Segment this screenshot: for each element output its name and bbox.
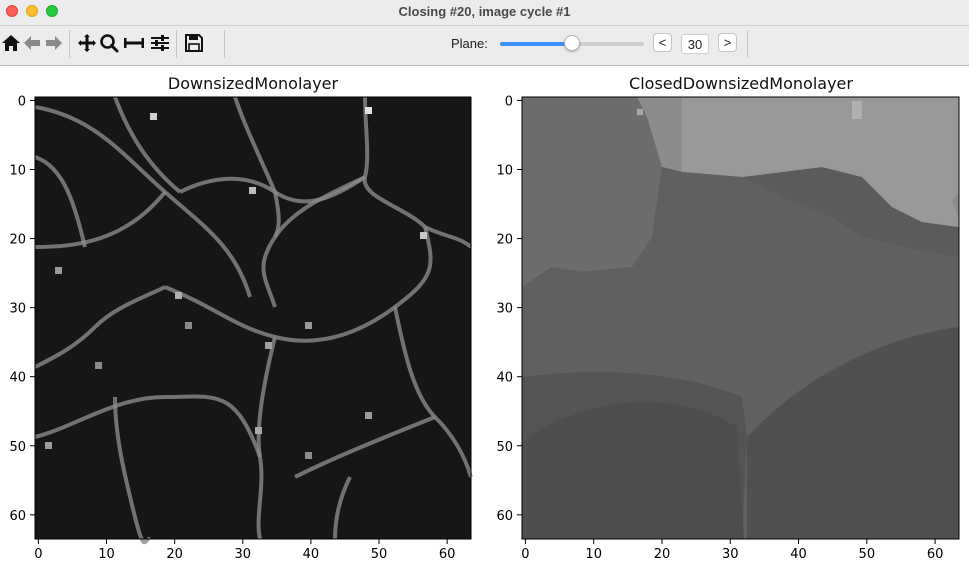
- bright-pixel: [365, 412, 372, 419]
- bright-pixel: [305, 322, 312, 329]
- y-tick-label: 30: [9, 302, 26, 317]
- bright-pixel: [55, 267, 62, 274]
- bright-pixel: [249, 187, 256, 194]
- plane-slider-fill: [500, 42, 572, 46]
- plane-prev-button[interactable]: <: [653, 33, 672, 52]
- closed-downsized-monolayer-image: [522, 97, 959, 539]
- y-tick-label: 60: [496, 509, 513, 524]
- sliders-icon: [151, 35, 169, 51]
- plane-value-field[interactable]: [681, 34, 709, 54]
- x-tick-label: 50: [859, 547, 876, 562]
- panel-title: DownsizedMonolayer: [168, 74, 339, 93]
- x-tick-label: 30: [722, 547, 739, 562]
- forward-button[interactable]: [43, 32, 65, 54]
- x-tick-label: 60: [439, 547, 456, 562]
- closed-region: [522, 401, 744, 539]
- toolbar-separator: [224, 30, 225, 58]
- back-button[interactable]: [21, 32, 43, 54]
- plane-slider[interactable]: [500, 34, 644, 54]
- x-tick-label: 50: [371, 547, 388, 562]
- arrow-right-icon: [46, 36, 62, 50]
- x-tick-label: 10: [98, 547, 115, 562]
- x-tick-label: 20: [654, 547, 671, 562]
- y-tick-label: 40: [496, 371, 513, 386]
- y-tick-label: 50: [496, 440, 513, 455]
- panel-title: ClosedDownsizedMonolayer: [629, 74, 853, 93]
- image-background: [35, 97, 471, 539]
- bright-pixel: [305, 452, 312, 459]
- figure-svg: DownsizedMonolayer ClosedDownsizedMonola…: [9, 74, 960, 562]
- bright-pixel: [637, 109, 643, 115]
- x-tick-label: 40: [790, 547, 807, 562]
- y-tick-label: 30: [496, 302, 513, 317]
- y-tick-label: 20: [496, 233, 513, 248]
- figure-canvas[interactable]: DownsizedMonolayer ClosedDownsizedMonola…: [0, 66, 969, 565]
- y-tick-label: 40: [9, 371, 26, 386]
- window-title: Closing #20, image cycle #1: [398, 4, 571, 19]
- title-bar: Closing #20, image cycle #1: [0, 0, 969, 26]
- x-tick-label: 0: [34, 547, 42, 562]
- toolbar-separator: [747, 30, 748, 58]
- bright-pixel: [150, 113, 157, 120]
- subplots-icon: [124, 38, 144, 48]
- plane-slider-thumb[interactable]: [564, 35, 580, 51]
- save-button[interactable]: [183, 32, 205, 54]
- zoom-button[interactable]: [98, 32, 120, 54]
- bright-pixel: [255, 427, 262, 434]
- customize-button[interactable]: [149, 32, 171, 54]
- home-button[interactable]: [0, 32, 22, 54]
- bright-pixel: [420, 232, 427, 239]
- bright-pixel: [185, 322, 192, 329]
- pan-button[interactable]: [76, 32, 98, 54]
- y-tick-label: 10: [496, 164, 513, 179]
- bright-pixel: [852, 101, 862, 119]
- arrow-left-icon: [24, 36, 40, 50]
- plane-next-button[interactable]: >: [718, 33, 737, 52]
- zoom-icon: [100, 34, 119, 53]
- toolbar: Plane: < >: [0, 26, 969, 66]
- x-tick-label: 60: [927, 547, 944, 562]
- y-tick-label: 60: [9, 509, 26, 524]
- y-tick-label: 10: [9, 164, 26, 179]
- toolbar-separator: [176, 30, 177, 58]
- bright-pixel: [95, 362, 102, 369]
- bright-pixel: [175, 292, 182, 299]
- save-icon: [185, 34, 203, 52]
- bright-pixel: [365, 107, 372, 114]
- toolbar-separator: [69, 30, 70, 58]
- app-window: Closing #20, image cycle #1 Plane: < 30 …: [0, 0, 969, 565]
- bright-pixel: [265, 342, 272, 349]
- y-tick-label: 50: [9, 440, 26, 455]
- x-tick-label: 10: [585, 547, 602, 562]
- plane-label: Plane:: [451, 36, 488, 51]
- y-tick-label: 0: [505, 94, 513, 109]
- x-tick-label: 0: [521, 547, 529, 562]
- move-icon: [78, 34, 96, 52]
- x-tick-label: 20: [166, 547, 183, 562]
- y-tick-label: 20: [9, 233, 26, 248]
- downsized-monolayer-image: [34, 96, 473, 545]
- subplots-button[interactable]: [123, 32, 145, 54]
- y-tick-label: 0: [18, 94, 26, 109]
- x-tick-label: 40: [303, 547, 320, 562]
- home-icon: [2, 35, 20, 51]
- bright-pixel: [45, 442, 52, 449]
- x-tick-label: 30: [235, 547, 252, 562]
